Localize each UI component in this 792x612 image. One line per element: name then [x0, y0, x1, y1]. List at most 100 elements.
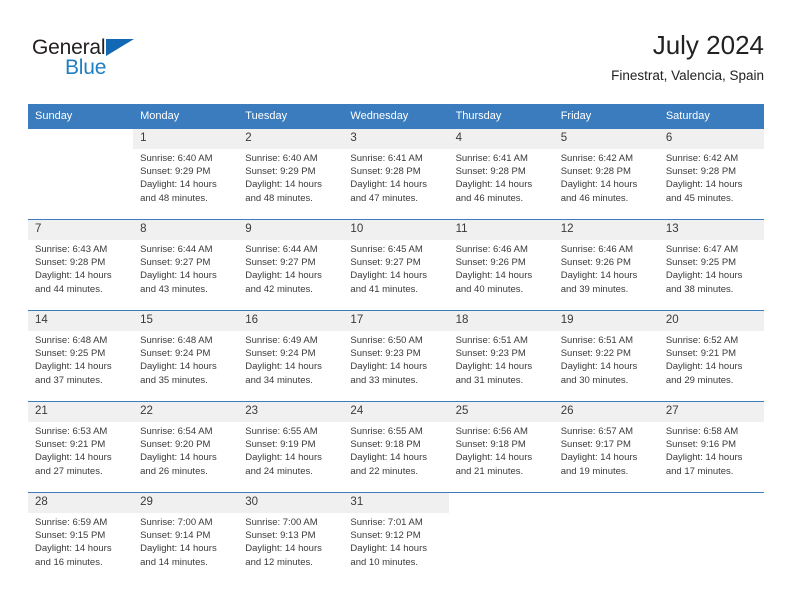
daylight-text-line2: and 10 minutes.: [350, 556, 419, 568]
daylight-text-line2: and 34 minutes.: [245, 374, 313, 386]
calendar-day-cell[interactable]: 5 Sunrise: 6:42 AM Sunset: 9:28 PM Daylight…: [553, 128, 659, 220]
calendar-day-cell[interactable]: 19 Sunrise: 6:51 AM Sunset: 9:22 PM Dayligh…: [553, 310, 659, 402]
sunrise-text: Sunrise: 6:58 AM: [665, 426, 739, 437]
day-details: Sunrise: 6:40 AM Sunset: 9:29 PM Daylight:…: [133, 149, 238, 205]
calendar-day-cell[interactable]: 17 Sunrise: 6:50 AM Sunset: 9:23 PM Dayligh…: [343, 310, 449, 402]
daylight-text-line1: Daylight: 14 hours: [665, 179, 743, 191]
calendar-day-cell[interactable]: 25 Sunrise: 6:56 AM Sunset: 9:18 PM Dayligh…: [448, 401, 554, 493]
logo-text-blue: Blue: [65, 56, 107, 79]
sunset-text: Sunset: 9:15 PM: [35, 530, 106, 542]
sunset-text: Sunset: 9:18 PM: [455, 439, 526, 451]
calendar-day-cell[interactable]: 20 Sunrise: 6:52 AM Sunset: 9:21 PM Dayligh…: [658, 310, 764, 402]
calendar-day-cell[interactable]: 26 Sunrise: 6:57 AM Sunset: 9:17 PM Dayligh…: [553, 401, 659, 493]
calendar-week-row: 1 Sunrise: 6:40 AM Sunset: 9:29 PM Daylight…: [28, 128, 764, 220]
sunset-text: Sunset: 9:21 PM: [35, 439, 106, 451]
day-number: 3: [343, 129, 449, 149]
calendar-day-cell[interactable]: 13 Sunrise: 6:47 AM Sunset: 9:25 PM Dayligh…: [658, 219, 764, 311]
sunrise-text: Sunrise: 6:55 AM: [350, 426, 423, 437]
calendar-day-cell[interactable]: 1 Sunrise: 6:40 AM Sunset: 9:29 PM Daylight…: [133, 128, 239, 220]
calendar-day-cell[interactable]: 4 Sunrise: 6:41 AM Sunset: 9:28 PM Daylight…: [448, 128, 554, 220]
daylight-text-line2: and 31 minutes.: [455, 374, 524, 386]
daylight-text-line1: Daylight: 14 hours: [560, 179, 638, 191]
calendar-day-cell[interactable]: 12 Sunrise: 6:46 AM Sunset: 9:26 PM Dayligh…: [553, 219, 659, 311]
sunrise-text: Sunrise: 6:55 AM: [245, 426, 318, 437]
day-details: Sunrise: 6:59 AM Sunset: 9:15 PM Daylight:…: [28, 513, 133, 569]
calendar-day-cell[interactable]: 10 Sunrise: 6:45 AM Sunset: 9:27 PM Dayligh…: [343, 219, 449, 311]
daylight-text-line2: and 35 minutes.: [140, 374, 208, 386]
calendar-day-cell[interactable]: 15 Sunrise: 6:48 AM Sunset: 9:24 PM Dayligh…: [133, 310, 239, 402]
calendar-day-cell[interactable]: 23 Sunrise: 6:55 AM Sunset: 9:19 PM Dayligh…: [238, 401, 344, 493]
day-details: Sunrise: 6:46 AM Sunset: 9:26 PM Daylight:…: [554, 240, 659, 296]
calendar-day-cell[interactable]: 24 Sunrise: 6:55 AM Sunset: 9:18 PM Dayligh…: [343, 401, 449, 493]
calendar-week-row: 21 Sunrise: 6:53 AM Sunset: 9:21 PM Dayligh…: [28, 401, 764, 493]
day-number: 9: [238, 220, 344, 240]
sunset-text: Sunset: 9:27 PM: [350, 257, 421, 269]
sunset-text: Sunset: 9:18 PM: [350, 439, 421, 451]
sunrise-text: Sunrise: 6:42 AM: [665, 153, 739, 164]
sunrise-text: Sunrise: 6:47 AM: [665, 244, 739, 255]
calendar-day-cell-empty: [28, 128, 134, 220]
general-blue-logo[interactable]: General Blue: [32, 36, 152, 88]
daylight-text-line1: Daylight: 14 hours: [350, 543, 427, 555]
day-number: 1: [133, 129, 239, 149]
daylight-text-line1: Daylight: 14 hours: [455, 361, 533, 373]
calendar-day-cell-empty: [553, 492, 659, 583]
day-number: 26: [553, 402, 659, 422]
day-number: 23: [238, 402, 344, 422]
calendar-day-cell-empty: [448, 492, 554, 583]
calendar-day-cell[interactable]: 9 Sunrise: 6:44 AM Sunset: 9:27 PM Daylight…: [238, 219, 344, 311]
daylight-text-line2: and 33 minutes.: [350, 374, 419, 386]
calendar-day-cell[interactable]: 7 Sunrise: 6:43 AM Sunset: 9:28 PM Daylight…: [28, 219, 134, 311]
daylight-text-line2: and 40 minutes.: [455, 283, 524, 295]
calendar-day-cell[interactable]: 21 Sunrise: 6:53 AM Sunset: 9:21 PM Dayligh…: [28, 401, 134, 493]
calendar-day-cell[interactable]: 14 Sunrise: 6:48 AM Sunset: 9:25 PM Dayligh…: [28, 310, 134, 402]
calendar-day-cell[interactable]: 31 Sunrise: 7:01 AM Sunset: 9:12 PM Dayligh…: [343, 492, 449, 583]
sunset-text: Sunset: 9:20 PM: [140, 439, 211, 451]
calendar-day-cell[interactable]: 22 Sunrise: 6:54 AM Sunset: 9:20 PM Dayligh…: [133, 401, 239, 493]
calendar-page: General Blue July 2024 Finestrat, Valenc…: [0, 0, 792, 612]
calendar-day-cell[interactable]: 6 Sunrise: 6:42 AM Sunset: 9:28 PM Daylight…: [658, 128, 764, 220]
sunset-text: Sunset: 9:21 PM: [665, 348, 737, 360]
calendar-day-cell[interactable]: 30 Sunrise: 7:00 AM Sunset: 9:13 PM Dayligh…: [238, 492, 344, 583]
calendar-day-cell[interactable]: 18 Sunrise: 6:51 AM Sunset: 9:23 PM Dayligh…: [448, 310, 554, 402]
day-number: 12: [553, 220, 659, 240]
sunrise-text: Sunrise: 6:49 AM: [245, 335, 318, 346]
daylight-text-line2: and 37 minutes.: [35, 374, 103, 386]
day-details: Sunrise: 6:53 AM Sunset: 9:21 PM Daylight:…: [28, 422, 133, 478]
daylight-text-line2: and 47 minutes.: [350, 192, 419, 204]
day-number: 18: [448, 311, 554, 331]
daylight-text-line2: and 46 minutes.: [455, 192, 524, 204]
sunset-text: Sunset: 9:27 PM: [245, 257, 316, 269]
daylight-text-line1: Daylight: 14 hours: [455, 179, 533, 191]
sunset-text: Sunset: 9:27 PM: [140, 257, 211, 269]
sunrise-text: Sunrise: 6:40 AM: [245, 153, 318, 164]
calendar-day-cell[interactable]: 8 Sunrise: 6:44 AM Sunset: 9:27 PM Daylight…: [133, 219, 239, 311]
daylight-text-line1: Daylight: 14 hours: [245, 361, 322, 373]
sunrise-text: Sunrise: 6:40 AM: [140, 153, 213, 164]
calendar-day-cell[interactable]: 11 Sunrise: 6:46 AM Sunset: 9:26 PM Dayligh…: [448, 219, 554, 311]
daylight-text-line1: Daylight: 14 hours: [245, 179, 322, 191]
calendar-day-cell[interactable]: 16 Sunrise: 6:49 AM Sunset: 9:24 PM Dayligh…: [238, 310, 344, 402]
day-number: 16: [238, 311, 344, 331]
sunrise-text: Sunrise: 7:01 AM: [350, 517, 423, 528]
day-details: Sunrise: 6:51 AM Sunset: 9:23 PM Daylight:…: [449, 331, 554, 387]
calendar-day-cell[interactable]: 3 Sunrise: 6:41 AM Sunset: 9:28 PM Daylight…: [343, 128, 449, 220]
daylight-text-line2: and 45 minutes.: [665, 192, 734, 204]
calendar-day-cell[interactable]: 2 Sunrise: 6:40 AM Sunset: 9:29 PM Daylight…: [238, 128, 344, 220]
sunset-text: Sunset: 9:16 PM: [665, 439, 737, 451]
calendar-day-cell[interactable]: 29 Sunrise: 7:00 AM Sunset: 9:14 PM Dayligh…: [133, 492, 239, 583]
daylight-text-line2: and 48 minutes.: [245, 192, 313, 204]
day-number: 11: [448, 220, 554, 240]
day-number: 31: [343, 493, 449, 513]
sunrise-text: Sunrise: 6:42 AM: [560, 153, 634, 164]
calendar-day-cell[interactable]: 27 Sunrise: 6:58 AM Sunset: 9:16 PM Dayligh…: [658, 401, 764, 493]
calendar-day-cell[interactable]: 28 Sunrise: 6:59 AM Sunset: 9:15 PM Dayligh…: [28, 492, 134, 583]
sunrise-text: Sunrise: 6:41 AM: [350, 153, 423, 164]
daylight-text-line2: and 26 minutes.: [140, 465, 208, 477]
title-block: July 2024 Finestrat, Valencia, Spain: [611, 28, 764, 86]
sunset-text: Sunset: 9:19 PM: [245, 439, 316, 451]
day-details: Sunrise: 7:00 AM Sunset: 9:14 PM Daylight:…: [133, 513, 238, 569]
sunset-text: Sunset: 9:29 PM: [140, 166, 211, 178]
sunrise-text: Sunrise: 6:46 AM: [455, 244, 528, 255]
day-number: [553, 493, 659, 513]
